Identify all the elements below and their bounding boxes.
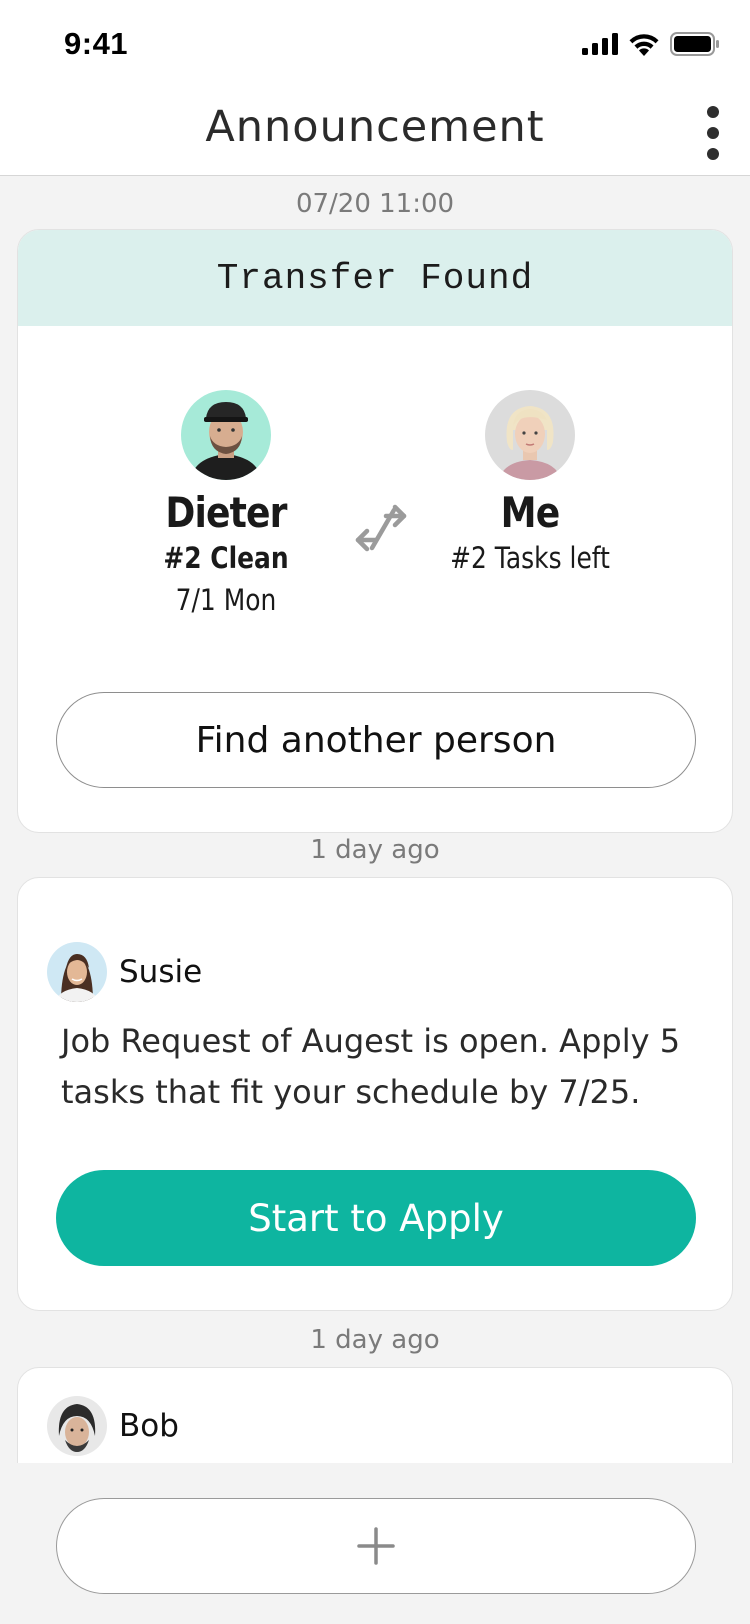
status-time: 9:41 xyxy=(64,26,129,61)
avatar[interactable] xyxy=(47,1396,107,1456)
task-date: 7/1 Mon xyxy=(175,583,277,617)
start-to-apply-button[interactable]: Start to Apply xyxy=(56,1170,696,1266)
wifi-icon xyxy=(629,34,659,56)
sender-name: Susie xyxy=(119,954,203,990)
plus-icon xyxy=(357,1527,395,1565)
tasks-left: #2 Tasks left xyxy=(450,541,610,575)
navigation-bar: Announcement xyxy=(0,88,750,176)
status-bar: 9:41 xyxy=(0,0,750,88)
avatar[interactable] xyxy=(181,390,271,480)
announcement-card: Bob xyxy=(17,1367,733,1463)
announcement-message: Job Request of Augest is open. Apply 5 t… xyxy=(61,1022,681,1111)
announcement-card: Susie Job Request of Augest is open. App… xyxy=(17,877,733,1311)
more-options-button[interactable] xyxy=(700,102,726,164)
announcement-feed[interactable]: 07/20 11:00 Transfer Found Dieter #2 Cle xyxy=(0,177,750,1463)
transfer-to-person: Me #2 Tasks left xyxy=(410,390,650,579)
timestamp: 07/20 11:00 xyxy=(295,189,455,219)
transfer-card: Transfer Found Dieter #2 Clean 7/1 Mon M… xyxy=(17,229,733,833)
bottom-bar xyxy=(0,1463,750,1624)
person-name: Me xyxy=(500,488,561,537)
card-header: Transfer Found xyxy=(18,230,732,326)
person-name: Dieter xyxy=(165,488,287,537)
swap-arrows-icon xyxy=(355,504,407,552)
avatar[interactable] xyxy=(485,390,575,480)
avatar-me-image xyxy=(485,390,575,480)
avatar-bob-image xyxy=(47,1396,107,1456)
avatar[interactable] xyxy=(47,942,107,1002)
transfer-from-person: Dieter #2 Clean 7/1 Mon xyxy=(106,390,346,621)
battery-icon xyxy=(670,32,719,56)
sender: Susie xyxy=(47,942,202,1002)
more-vertical-icon xyxy=(707,106,719,118)
timestamp: 1 day ago xyxy=(310,1325,440,1355)
timestamp: 1 day ago xyxy=(310,835,440,865)
avatar-dieter-image xyxy=(181,390,271,480)
signal-icon xyxy=(582,33,618,55)
sender-name: Bob xyxy=(119,1408,179,1444)
avatar-susie-image xyxy=(47,942,107,1002)
find-another-person-button[interactable]: Find another person xyxy=(56,692,696,788)
status-icons xyxy=(582,32,720,56)
add-button[interactable] xyxy=(56,1498,696,1594)
page-title: Announcement xyxy=(205,102,545,152)
sender: Bob xyxy=(47,1396,179,1456)
task-name: #2 Clean xyxy=(163,541,289,575)
